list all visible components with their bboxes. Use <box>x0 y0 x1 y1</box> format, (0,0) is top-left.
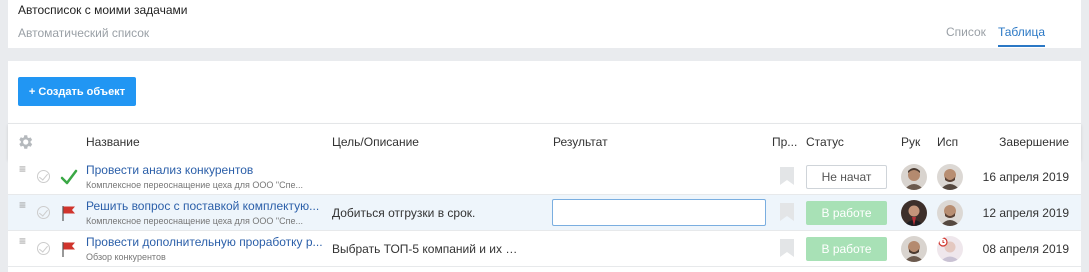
tab-list[interactable]: Список <box>946 25 986 47</box>
complete-toggle-icon[interactable] <box>37 206 50 219</box>
flag-icon <box>62 206 75 221</box>
due-date: 08 апреля 2019 <box>982 242 1069 256</box>
bookmark-icon[interactable] <box>780 239 794 257</box>
drag-handle-icon[interactable]: ≡ <box>19 199 26 211</box>
list-header: Автосписок с моими задачами Автоматическ… <box>8 0 1081 48</box>
avatar[interactable] <box>937 200 963 226</box>
column-status[interactable]: Статус <box>806 135 844 149</box>
status-button[interactable]: Не начат <box>806 165 887 189</box>
column-due[interactable]: Завершение <box>999 135 1069 149</box>
view-tabs: Список Таблица <box>946 25 1045 47</box>
bookmark-icon[interactable] <box>780 167 794 185</box>
column-executor[interactable]: Исп <box>937 135 958 149</box>
status-button[interactable]: В работе <box>806 237 887 261</box>
drag-handle-icon[interactable]: ≡ <box>19 163 26 175</box>
column-priority[interactable]: Пр... <box>772 135 797 149</box>
flag-icon <box>62 242 75 257</box>
status-button[interactable]: В работе <box>806 201 887 225</box>
due-date: 16 апреля 2019 <box>982 170 1069 184</box>
avatar[interactable] <box>901 236 927 262</box>
avatar[interactable] <box>901 164 927 190</box>
task-name[interactable]: Решить вопрос с поставкой комплектую... <box>86 199 326 213</box>
tab-table[interactable]: Таблица <box>997 25 1045 47</box>
create-object-button[interactable]: + Создать объект <box>18 77 136 106</box>
table-row[interactable]: ≡ Провести дополнительную проработку р..… <box>8 231 1081 267</box>
column-manager[interactable]: Рук <box>901 135 920 149</box>
avatar[interactable] <box>937 236 963 262</box>
table-header: Название Цель/Описание Результат Пр... С… <box>8 123 1081 159</box>
bookmark-icon[interactable] <box>780 203 794 221</box>
task-goal[interactable]: Добиться отгрузки в срок. <box>332 206 522 220</box>
task-name[interactable]: Провести анализ конкурентов <box>86 163 326 177</box>
avatar[interactable] <box>901 200 927 226</box>
due-date: 12 апреля 2019 <box>982 206 1069 220</box>
task-goal[interactable]: Выбрать ТОП-5 компаний и их ц... <box>332 242 522 256</box>
task-name[interactable]: Провести дополнительную проработку р... <box>86 235 326 249</box>
complete-toggle-icon[interactable] <box>37 242 50 255</box>
checkmark-icon <box>60 169 78 185</box>
drag-handle-icon[interactable]: ≡ <box>19 235 26 247</box>
complete-toggle-icon[interactable] <box>37 170 50 183</box>
column-result[interactable]: Результат <box>553 135 608 149</box>
task-project: Обзор конкурентов <box>86 252 166 262</box>
table-row[interactable]: ≡ Провести анализ конкурентов Комплексно… <box>8 159 1081 195</box>
avatar[interactable] <box>937 164 963 190</box>
task-project: Комплексное переоснащение цеха для ООО "… <box>86 216 303 226</box>
list-title: Автосписок с моими задачами <box>18 3 188 17</box>
result-input[interactable] <box>552 199 766 226</box>
table-panel: + Создать объект Название Цель/Описание … <box>8 61 1081 272</box>
table-row[interactable]: ≡ Решить вопрос с поставкой комплектую..… <box>8 195 1081 231</box>
column-goal[interactable]: Цель/Описание <box>332 135 419 149</box>
gear-icon[interactable] <box>16 133 34 151</box>
task-project: Комплексное переоснащение цеха для ООО "… <box>86 180 303 190</box>
column-name[interactable]: Название <box>86 135 140 149</box>
list-subtitle: Автоматический список <box>18 26 150 40</box>
